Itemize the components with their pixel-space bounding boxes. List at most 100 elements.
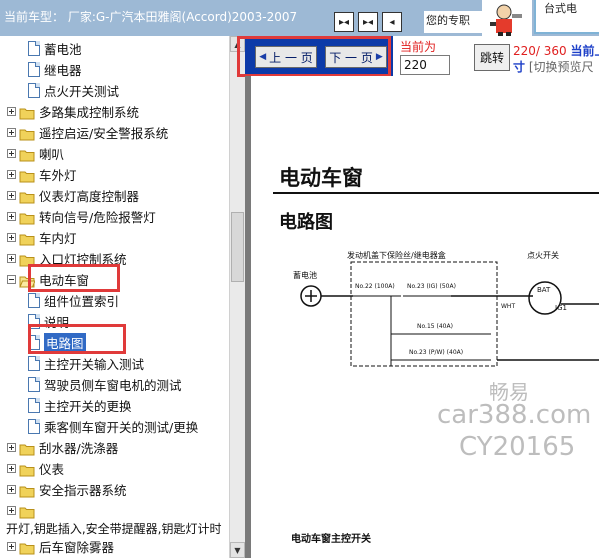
fuse-23-ig-label: No.23 (IG) (50A) (407, 283, 456, 290)
tree-folder-item[interactable]: 转向信号/危险报警灯 (0, 206, 156, 227)
tree-folder-item[interactable]: 后车窗除雾器 (0, 536, 114, 557)
tree-item-label: 刮水器/洗涤器 (39, 441, 119, 456)
tree-item-label: 蓄电池 (44, 42, 82, 57)
bat-terminal-label: BAT (537, 286, 551, 294)
tree-folder-item[interactable]: 车外灯 (0, 164, 77, 185)
page-unit: 寸 (513, 60, 526, 74)
expand-icon[interactable] (7, 485, 16, 494)
tree-folder-item[interactable] (0, 500, 39, 521)
folder-icon (19, 540, 35, 555)
tree-doc-item[interactable]: 主控开关的更换 (0, 395, 132, 416)
expand-icon[interactable] (7, 191, 16, 200)
tree-doc-item[interactable]: 驾驶员侧车窗电机的测试 (0, 374, 182, 395)
expand-icon[interactable] (7, 212, 16, 221)
expand-icon[interactable] (7, 254, 16, 263)
top-bar: 当前车型： 厂家:G-广汽本田雅阁(Accord)2003-2007 ▸◂ ▸◂… (0, 0, 599, 36)
expand-icon[interactable] (7, 464, 16, 473)
page-count-value: 220/ 360 (513, 44, 567, 58)
tree-folder-item[interactable]: 车内灯 (0, 227, 77, 248)
document-viewer[interactable]: 电动车窗 电路图 蓄电池 发动机盖下保险丝/继电器盒 点火开关 No.22 (1… (245, 76, 599, 558)
fuse-15-label: No.15 (40A) (417, 323, 453, 330)
fuse-22-label: No.22 (100A) (355, 283, 395, 290)
tree-item-label: 遥控启运/安全警报系统 (39, 126, 169, 141)
ig1-terminal-label: IG1 (555, 304, 567, 312)
tree-item-label: 转向信号/危险报警灯 (39, 210, 156, 225)
document-icon (28, 398, 40, 413)
tree-item-label: 仪表 (39, 462, 65, 477)
folder-icon (19, 504, 35, 519)
page-number-input[interactable] (400, 55, 450, 75)
tree-doc-item[interactable]: 蓄电池 (0, 38, 82, 59)
tree-doc-item[interactable]: 继电器 (0, 59, 82, 80)
view-toolbar: ▸◂ ▸◂ ◂ (334, 12, 402, 32)
folder-icon (19, 168, 35, 183)
folder-icon (19, 483, 35, 498)
preview-toggle-link[interactable]: [切换预览尺 (529, 60, 594, 74)
folder-icon (19, 147, 35, 162)
preview-controls: 寸 [切换预览尺 (513, 58, 594, 75)
category-tree: 蓄电池继电器点火开关测试 多路集成控制系统遥控启运/安全警报系统喇叭车外灯仪表灯高… (0, 36, 229, 558)
folder-icon (19, 231, 35, 246)
folder-icon (19, 210, 35, 225)
tree-doc-item[interactable]: 乘客侧车窗开关的测试/更换 (0, 416, 198, 437)
ad-banner[interactable]: 台式电 (534, 0, 599, 34)
tree-scrollbar[interactable]: ▲ ▼ (229, 36, 245, 558)
tree-folder-item[interactable]: 喇叭 (0, 143, 64, 164)
battery-label: 蓄电池 (293, 270, 317, 280)
folder-icon (19, 105, 35, 120)
document-icon (28, 41, 40, 56)
expand-icon[interactable] (7, 107, 16, 116)
car-prefix: 当前车型： (4, 10, 65, 24)
folder-icon (19, 126, 35, 141)
expand-icon[interactable] (7, 233, 16, 242)
jump-button[interactable]: 跳转 (474, 44, 510, 71)
tree-folder-item[interactable]: 刮水器/洗涤器 (0, 437, 118, 458)
tree-item-label: 仪表灯高度控制器 (39, 189, 140, 204)
mascot-logo-icon (482, 0, 532, 36)
pro-label: 您的专职 (424, 11, 484, 33)
document-icon (28, 62, 40, 77)
expand-icon[interactable] (7, 149, 16, 158)
expand-icon[interactable] (7, 542, 16, 551)
watermark-line3: CY20165 (459, 432, 576, 462)
tree-folder-item[interactable]: 多路集成控制系统 (0, 101, 139, 122)
document-icon (28, 377, 40, 392)
expand-icon[interactable] (7, 443, 16, 452)
doc-subtitle: 电路图 (279, 212, 333, 233)
highlight-box-item (28, 324, 126, 354)
tree-item-label: 主控开关输入测试 (44, 357, 145, 372)
tree-doc-item[interactable]: 主控开关输入测试 (0, 353, 144, 374)
split-view-icon[interactable]: ▸◂ (358, 12, 378, 32)
tree-item-label: 主控开关的更换 (44, 399, 132, 414)
tree-item-label: 车外灯 (39, 168, 77, 183)
document-page: 电动车窗 电路图 蓄电池 发动机盖下保险丝/继电器盒 点火开关 No.22 (1… (251, 76, 599, 558)
tree-item-label: 组件位置索引 (44, 294, 120, 309)
wire-white-label: WHT (501, 303, 515, 310)
document-icon (28, 356, 40, 371)
folder-icon (19, 189, 35, 204)
tree-doc-item[interactable]: 组件位置索引 (0, 290, 119, 311)
expand-icon[interactable] (7, 506, 16, 515)
circuit-diagram: 蓄电池 发动机盖下保险丝/继电器盒 点火开关 No.22 (100A) No.2… (293, 250, 599, 367)
tree-folder-item[interactable]: 遥控启运/安全警报系统 (0, 122, 168, 143)
expand-icon[interactable] (7, 170, 16, 179)
folder-icon (19, 462, 35, 477)
document-icon (28, 419, 40, 434)
tree-item-label: 继电器 (44, 63, 82, 78)
scroll-down-arrow-icon[interactable]: ▼ (230, 542, 245, 558)
expand-icon[interactable] (7, 128, 16, 137)
tree-item-label: 车内灯 (39, 231, 77, 246)
fuse-23-pw-label: No.23 (P/W) (40A) (409, 349, 463, 356)
current-page-label: 当前为 (400, 40, 437, 54)
current-label-2: 当前上 (570, 44, 599, 58)
scroll-thumb[interactable] (231, 212, 244, 282)
collapse-right-icon[interactable]: ◂ (382, 12, 402, 32)
tree-folder-item[interactable]: 仪表 (0, 458, 64, 479)
tree-folder-item[interactable]: 仪表灯高度控制器 (0, 185, 139, 206)
collapse-icon[interactable] (7, 275, 16, 284)
collapse-left-icon[interactable]: ▸◂ (334, 12, 354, 32)
tree-item-label: 后车窗除雾器 (39, 540, 115, 555)
tree-doc-item[interactable]: 点火开关测试 (0, 80, 119, 101)
tree-folder-item[interactable]: 安全指示器系统 (0, 479, 127, 500)
doc-title-rule (273, 192, 599, 194)
